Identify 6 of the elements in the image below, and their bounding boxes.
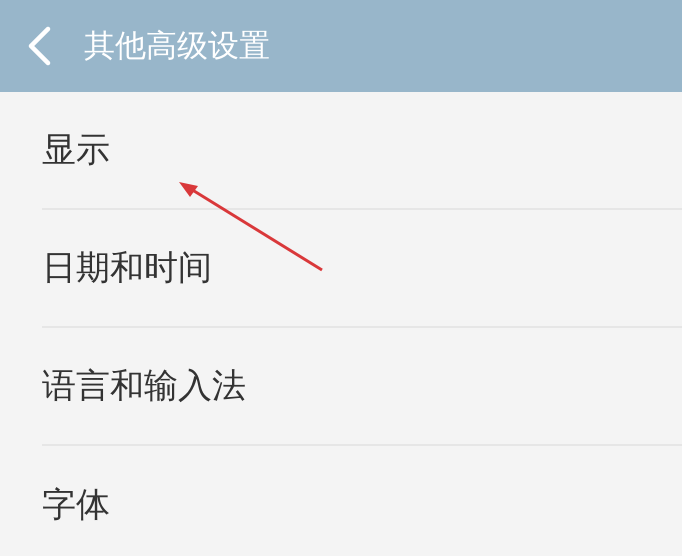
setting-item[interactable]: 字体 bbox=[42, 480, 110, 530]
back-icon bbox=[26, 26, 52, 66]
page-title: 其他高级设置 bbox=[84, 26, 270, 66]
setting-item[interactable]: 显示 bbox=[42, 124, 110, 176]
setting-item[interactable]: 日期和时间 bbox=[42, 242, 212, 294]
setting-item[interactable]: 语言和输入法 bbox=[42, 360, 246, 412]
